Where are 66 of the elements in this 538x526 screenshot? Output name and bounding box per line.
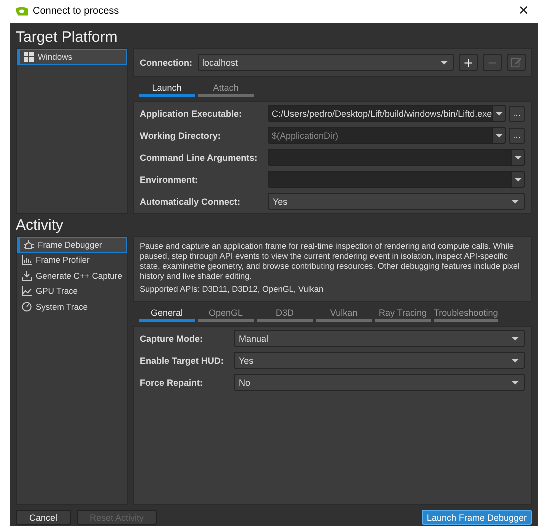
tab[interactable]: Launch xyxy=(139,81,195,97)
tab[interactable]: General xyxy=(139,306,195,322)
close-button[interactable]: ✕ xyxy=(510,4,538,19)
caret-icon xyxy=(512,380,519,384)
activity-label: GPU Trace xyxy=(36,286,78,296)
caret-icon xyxy=(496,134,502,138)
add-button[interactable]: + xyxy=(459,54,478,71)
tab[interactable]: OpenGL xyxy=(198,306,254,322)
chart-icon xyxy=(22,286,32,296)
tab[interactable]: Attach xyxy=(198,81,254,97)
activity-label: Generate C++ Capture xyxy=(36,270,122,281)
bug-icon xyxy=(24,240,34,250)
download-icon xyxy=(22,270,32,281)
edit-icon xyxy=(511,57,522,68)
description-text: Pause and capture an application frame for real-time inspection of rendering and compute calls. While paused, step through API events to view the current rendering event in isolation, inspect API-specific state, examinethe geometry, and browse contributing resources. Other debugging features include pixel history and live shader editing. xyxy=(140,241,521,281)
activity-label: Frame Profiler xyxy=(36,255,90,266)
tab[interactable]: D3D xyxy=(257,306,313,322)
field-label: Command Line Arguments: xyxy=(140,152,259,162)
field-label: Environment: xyxy=(140,174,200,184)
field-label: Enable Target HUD: xyxy=(140,356,225,366)
caret-icon xyxy=(514,156,522,160)
combo-field[interactable]: C:/Users/pedro/Desktop/Lift/build/windows/bin/Liftd.exe xyxy=(268,105,506,122)
caret-icon xyxy=(512,200,519,204)
combo-field[interactable]: $(ApplicationDir) xyxy=(268,127,506,144)
section-heading: Target Platform xyxy=(16,28,119,48)
activity-item[interactable]: Frame Debugger xyxy=(17,237,127,252)
bar-chart-icon xyxy=(22,255,32,266)
field-label: Working Directory: xyxy=(140,130,222,140)
section-heading: Activity xyxy=(16,216,65,236)
connection-dropdown[interactable]: localhost xyxy=(198,54,454,71)
dropdown[interactable]: No xyxy=(234,374,525,391)
gauge-icon xyxy=(22,302,32,312)
caret-icon xyxy=(496,112,503,116)
cancel-button[interactable]: Cancel xyxy=(16,510,71,525)
field-label: Application Executable: xyxy=(140,108,244,118)
combo-field[interactable] xyxy=(268,149,525,166)
activity-item[interactable]: GPU Trace xyxy=(17,284,127,299)
dropdown[interactable]: Yes xyxy=(234,352,525,369)
app-icon xyxy=(16,7,28,16)
tab[interactable]: Troubleshooting xyxy=(434,306,498,322)
caret-icon xyxy=(514,178,522,182)
activity-label: Frame Debugger xyxy=(38,240,102,250)
tab[interactable]: Ray Tracing xyxy=(375,306,431,322)
caret-icon xyxy=(512,358,519,362)
supported-apis-text: Supported APIs: D3D11, D3D12, OpenGL, Vulkan xyxy=(140,284,325,294)
connection-label: Connection: xyxy=(140,58,192,68)
activity-item[interactable]: Generate C++ Capture xyxy=(17,268,127,284)
window-title: Connect to process xyxy=(33,6,120,17)
field-label: Automatically Connect: xyxy=(140,196,242,206)
activity-item[interactable]: Frame Profiler xyxy=(17,252,127,268)
launch-button[interactable]: Launch Frame Debugger xyxy=(422,510,532,525)
platform-item[interactable]: Windows xyxy=(17,49,127,64)
dropdown[interactable]: Manual xyxy=(234,330,525,347)
browse-button[interactable]: ... xyxy=(509,128,525,144)
browse-button[interactable]: ... xyxy=(509,106,525,122)
field-label: Capture Mode: xyxy=(140,334,204,344)
field-label: Force Repaint: xyxy=(140,378,204,388)
caret-icon xyxy=(512,336,519,340)
activity-label: System Trace xyxy=(36,302,88,312)
caret-icon xyxy=(441,60,448,64)
dropdown[interactable]: Yes xyxy=(268,193,525,210)
activity-item[interactable]: System Trace xyxy=(17,299,127,314)
tab[interactable]: Vulkan xyxy=(316,306,372,322)
platform-label: Windows xyxy=(38,52,72,62)
windows-icon xyxy=(24,52,34,62)
combo-field[interactable] xyxy=(268,171,525,188)
